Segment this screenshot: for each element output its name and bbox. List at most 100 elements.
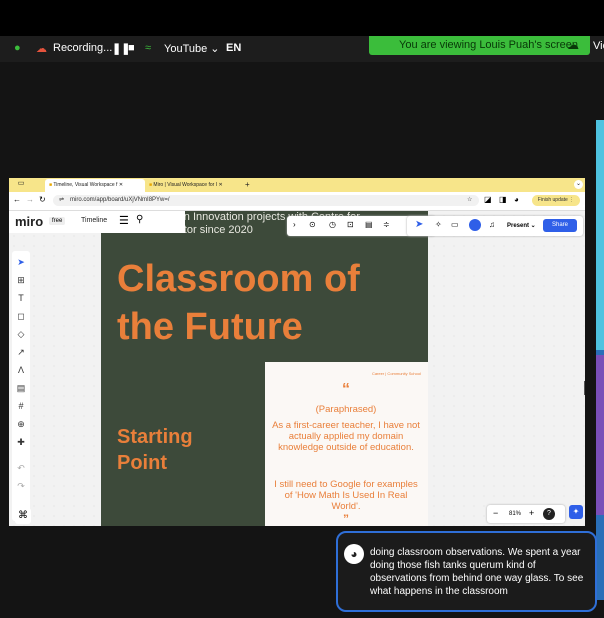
frame-icon[interactable]: ⊡ <box>347 220 354 229</box>
help-button[interactable]: ? <box>543 508 555 520</box>
share-button[interactable]: Share <box>543 219 577 232</box>
finish-update-label: Finish update <box>537 197 568 203</box>
close-quote-mark: ” <box>343 512 349 526</box>
notes-icon[interactable]: ▤ <box>365 220 373 229</box>
share-label: Share <box>551 222 568 228</box>
youtube-stream-menu[interactable]: YouTube ⌄ <box>164 42 220 55</box>
cloud-icon[interactable]: ☁ <box>567 38 579 52</box>
side-panel-edge-bottom <box>596 355 604 515</box>
sticky-note-icon[interactable]: ◻ <box>14 309 28 323</box>
new-tab-button[interactable]: + <box>245 179 250 192</box>
tab-title: Timeline, Visual Workspace f <box>53 182 118 188</box>
open-quote-mark: “ <box>342 381 350 398</box>
more-icon[interactable]: ≑ <box>383 220 390 229</box>
miro-favicon-icon: ■ <box>49 182 53 188</box>
focus-icon[interactable]: ⊙ <box>309 220 316 229</box>
language-button[interactable]: EN <box>226 42 241 54</box>
quote-text-1: As a first-career teacher, I have not ac… <box>272 420 420 453</box>
tab-title: Miro | Visual Workspace for I <box>153 182 218 188</box>
ai-assistant-icon[interactable]: ✦ <box>569 505 583 519</box>
viewing-banner-text: You are viewing Louis Puah's screen <box>399 39 579 51</box>
presentation-frame[interactable]: Education Innovation projects with Centr… <box>101 211 428 526</box>
shapes-icon[interactable]: ◇ <box>14 327 28 341</box>
miro-favicon-icon: ■ <box>149 182 153 188</box>
board-map-icon[interactable]: ⌘ <box>15 508 31 524</box>
board-name[interactable]: Timeline <box>81 217 107 224</box>
tab-timeline[interactable]: ■ Timeline, Visual Workspace f ✕ <box>45 179 145 192</box>
zoom-controls: − 81% + ? <box>487 505 565 523</box>
zoom-in-icon[interactable]: + <box>529 508 534 518</box>
site-info-icon[interactable]: ⇌ <box>59 196 64 203</box>
chevron-down-icon: ⌄ <box>210 43 220 55</box>
comment-tool-icon[interactable]: ▤ <box>14 381 28 395</box>
bookmark-star-icon[interactable]: ☆ <box>467 196 472 203</box>
tab-bar: ▭ ■ Timeline, Visual Workspace f ✕ ■ Mir… <box>9 178 585 192</box>
miro-board-canvas[interactable]: Education Innovation projects with Centr… <box>9 211 585 526</box>
plan-badge[interactable]: free <box>49 217 66 225</box>
close-icon[interactable]: ✕ <box>218 182 222 188</box>
paraphrased-label: (Paraphrased) <box>315 404 377 415</box>
back-icon[interactable]: ← <box>13 195 21 204</box>
cloud-recording-icon: ☁ <box>36 43 47 55</box>
templates-icon[interactable]: ⊞ <box>14 273 28 287</box>
url-text: miro.com/app/board/uXjVNmI8PYw=/ <box>70 197 170 203</box>
upload-icon[interactable]: ⊕ <box>14 417 28 431</box>
view-options-button[interactable]: Vie <box>593 40 604 52</box>
shared-browser-window: ▭ ■ Timeline, Visual Workspace f ✕ ■ Mir… <box>9 178 585 526</box>
viewing-screen-banner: You are viewing Louis Puah's screen ☁ <box>369 36 590 55</box>
cursor-icon[interactable]: ➤ <box>415 219 423 230</box>
apps-icon[interactable]: ✚ <box>14 435 28 449</box>
finish-update-button[interactable]: Finish update ⋮ <box>532 195 580 206</box>
collaboration-toolbar: ➤ ✧ ▭ ♫ Present ⌄ Share <box>407 216 583 236</box>
url-input[interactable]: ⇌ miro.com/app/board/uXjVNmI8PYw=/ ☆ <box>53 195 479 206</box>
speaker-avatar-icon: ◕ <box>344 544 364 564</box>
close-icon[interactable]: ✕ <box>119 182 123 188</box>
stop-recording-icon[interactable]: ■ <box>128 42 135 54</box>
avatar[interactable] <box>469 219 481 231</box>
scrollbar-handle[interactable] <box>584 381 585 395</box>
miro-logo[interactable]: miro <box>15 214 43 229</box>
frame-tool-icon[interactable]: # <box>14 399 28 413</box>
quote-text-2: I still need to Google for examples of '… <box>274 479 418 512</box>
tab-miro[interactable]: ■ Miro | Visual Workspace for I ✕ <box>145 179 245 192</box>
forward-icon[interactable]: → <box>26 195 34 204</box>
miro-board-header: miro free Timeline ☰ ⚲ <box>9 211 185 233</box>
card-header: Career | Community School <box>371 371 421 376</box>
starting-point-heading: Starting Point <box>117 426 193 474</box>
timer-icon[interactable]: ◷ <box>329 220 336 229</box>
creation-toolbar: ➤ ⊞ T ◻ ◇ ↗ Λ ▤ # ⊕ ✚ ↶ ↷ <box>12 251 30 521</box>
quote-card[interactable]: Career | Community School “ (Paraphrased… <box>265 362 428 526</box>
search-icon[interactable]: ⚲ <box>136 214 143 225</box>
zoom-level[interactable]: 81% <box>509 511 521 517</box>
top-black-band <box>0 0 604 36</box>
slide-title: Classroom of the Future <box>117 258 360 348</box>
present-label: Present <box>507 223 530 229</box>
comment-icon[interactable]: ▭ <box>451 220 459 229</box>
livestream-icon[interactable]: ≈ <box>145 42 151 54</box>
caption-text: doing classroom observations. We spent a… <box>370 547 584 597</box>
tab-search-icon[interactable]: ⌄ <box>574 180 583 189</box>
live-caption-bubble: ◕ doing classroom observations. We spent… <box>336 531 597 612</box>
menu-icon[interactable]: ☰ <box>119 214 129 227</box>
profile-icon[interactable]: ◕ <box>514 195 519 204</box>
select-tool-icon[interactable]: ➤ <box>14 255 28 269</box>
pen-icon[interactable]: Λ <box>14 363 28 377</box>
recording-label: Recording... <box>53 42 113 54</box>
side-panel-edge-top <box>596 120 604 350</box>
address-bar-row: ← → ↻ ⇌ miro.com/app/board/uXjVNmI8PYw=/… <box>9 192 585 211</box>
zoom-out-icon[interactable]: − <box>493 508 498 518</box>
connector-icon[interactable]: ↗ <box>14 345 28 359</box>
next-frame-icon[interactable]: › <box>293 220 296 229</box>
reactions-icon[interactable]: ✧ <box>435 220 442 229</box>
reload-icon[interactable]: ↻ <box>39 195 46 204</box>
undo-icon[interactable]: ↶ <box>14 461 28 475</box>
shield-icon: ● <box>14 42 21 54</box>
present-button[interactable]: Present ⌄ <box>507 222 536 229</box>
sidebar-icon[interactable]: ◨ <box>499 195 507 204</box>
tab-group-icon[interactable]: ▭ <box>13 179 29 192</box>
text-tool-icon[interactable]: T <box>14 291 28 305</box>
extensions-icon[interactable]: ◪ <box>484 195 492 204</box>
youtube-label: YouTube <box>164 43 208 55</box>
notification-bell-icon[interactable]: ♫ <box>489 220 495 229</box>
redo-icon[interactable]: ↷ <box>14 479 28 493</box>
